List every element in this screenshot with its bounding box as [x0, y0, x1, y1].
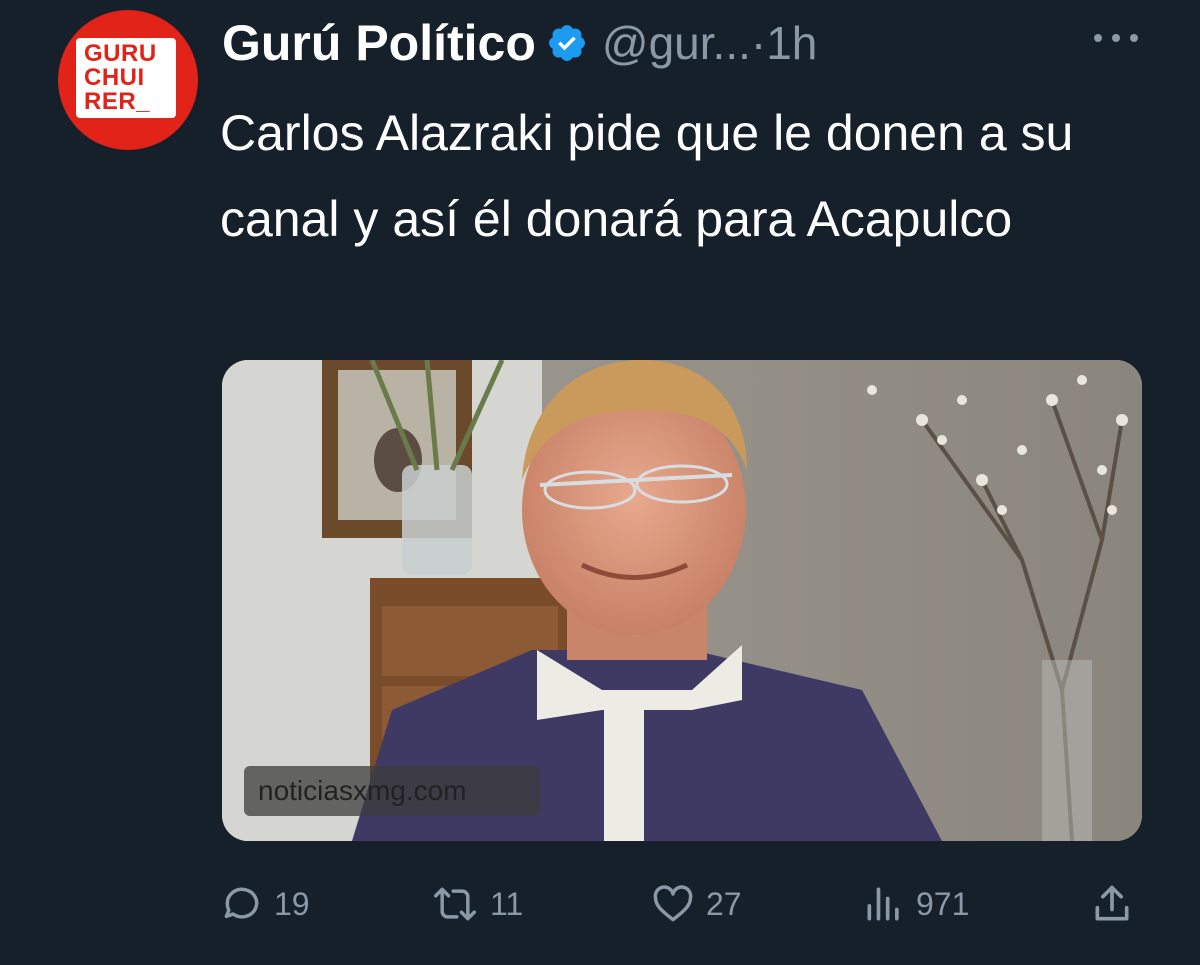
tweet-header: Gurú Político @gur... ·1h — [222, 8, 1162, 78]
more-dots-icon[interactable] — [1094, 20, 1138, 56]
avatar-logo-line-1: GURU — [84, 40, 157, 67]
views-bars-icon — [867, 887, 899, 921]
retweet-count: 11 — [490, 885, 524, 922]
media-watermark: noticiasxmg.com — [244, 766, 540, 816]
share-button[interactable] — [1090, 878, 1144, 930]
action-bar: 19 11 27 971 — [220, 878, 1140, 930]
timestamp[interactable]: ·1h — [751, 16, 817, 70]
like-button[interactable]: 27 — [650, 878, 742, 930]
avatar-logo-line-3: RER_ — [84, 88, 151, 115]
reply-button[interactable]: 19 — [220, 878, 310, 930]
reply-count: 19 — [274, 885, 310, 922]
views-button[interactable]: 971 — [862, 878, 969, 930]
share-upload-icon — [1095, 885, 1129, 921]
verified-badge-icon — [548, 25, 585, 61]
avatar-logo: GURU CHUI RER_ — [76, 38, 176, 118]
avatar-logo-line-2: CHUI — [84, 64, 145, 91]
retweet-button[interactable]: 11 — [430, 878, 523, 930]
reply-bubble-icon — [224, 887, 259, 919]
handle[interactable]: @gur... — [602, 16, 751, 70]
heart-icon — [653, 885, 693, 922]
tweet-text: Carlos Alazraki pide que le donen a su c… — [220, 105, 1074, 247]
display-name[interactable]: Gurú Político — [222, 14, 536, 72]
views-count: 971 — [916, 885, 970, 922]
avatar[interactable]: GURU CHUI RER_ — [58, 10, 198, 150]
like-count: 27 — [706, 885, 742, 922]
retweet-icon — [434, 887, 476, 921]
tweet-media[interactable]: noticiasxmg.com — [222, 360, 1142, 841]
